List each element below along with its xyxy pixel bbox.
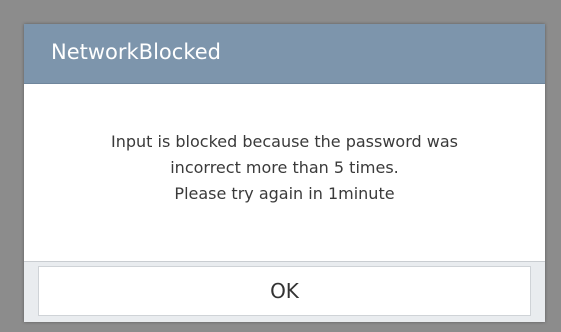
message-line-2: incorrect more than 5 times. [170, 157, 399, 177]
message-line-1: Input is blocked because the password wa… [111, 131, 458, 151]
screen-backdrop: NetworkBlocked Input is blocked because … [0, 0, 561, 332]
message-line-3: Please try again in 1minute [174, 183, 395, 203]
dialog-title: NetworkBlocked [51, 40, 221, 64]
dialog-header: NetworkBlocked [24, 24, 545, 84]
network-blocked-dialog: NetworkBlocked Input is blocked because … [24, 24, 545, 322]
dialog-body: Input is blocked because the password wa… [24, 84, 545, 261]
ok-button[interactable]: OK [38, 266, 531, 316]
dialog-footer: OK [24, 261, 545, 322]
dialog-message: Input is blocked because the password wa… [111, 129, 458, 207]
